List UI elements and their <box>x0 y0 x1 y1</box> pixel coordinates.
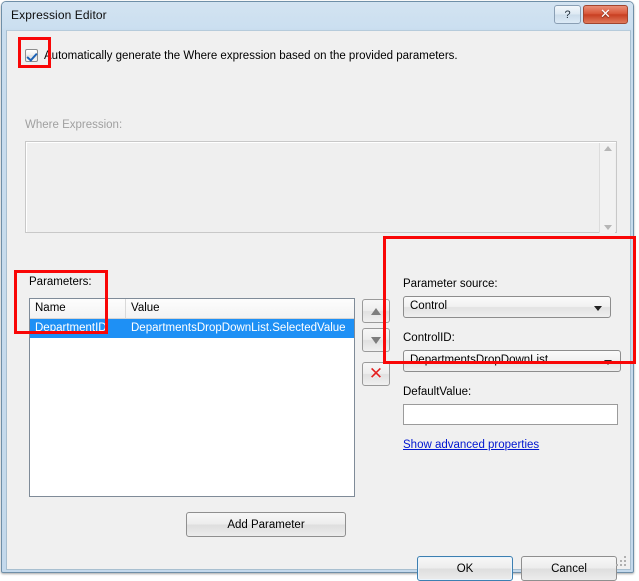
arrow-up-icon <box>371 307 381 315</box>
chevron-down-icon[interactable] <box>604 360 612 365</box>
parameters-grid-header: Name Value <box>30 299 354 319</box>
parameters-label: Parameters: <box>29 276 92 288</box>
defaultvalue-label: DefaultValue: <box>403 386 472 398</box>
controlid-label: ControlID: <box>403 332 455 344</box>
title-bar[interactable]: Expression Editor ? ✕ <box>2 2 633 30</box>
where-expression-label: Where Expression: <box>25 119 123 131</box>
resize-grip-icon[interactable] <box>614 554 626 566</box>
scroll-up-arrow-icon[interactable] <box>603 146 612 151</box>
delete-parameter-button[interactable]: ✕ <box>362 362 390 386</box>
ok-button[interactable]: OK <box>417 556 513 581</box>
close-icon: ✕ <box>600 7 611 22</box>
red-x-delete-icon: ✕ <box>368 363 384 384</box>
auto-generate-row[interactable]: Automatically generate the Where express… <box>25 49 458 62</box>
where-expression-textarea[interactable] <box>25 141 617 233</box>
parameter-source-dropdown[interactable]: Control <box>403 296 611 318</box>
parameter-source-value: Control <box>410 300 448 312</box>
chevron-down-icon[interactable] <box>594 306 602 311</box>
parameter-source-label: Parameter source: <box>403 278 498 290</box>
checkbox-checked-icon[interactable] <box>25 49 38 62</box>
cancel-button[interactable]: Cancel <box>521 556 617 581</box>
move-parameter-down-button[interactable] <box>362 328 390 352</box>
window-frame: Expression Editor ? ✕ Automatically gene… <box>1 1 634 581</box>
defaultvalue-input[interactable] <box>403 404 618 425</box>
controlid-value: DepartmentsDropDownList <box>410 354 549 366</box>
auto-generate-label: Automatically generate the Where express… <box>44 49 458 62</box>
arrow-down-icon <box>371 336 381 344</box>
window-title: Expression Editor <box>11 8 107 22</box>
where-expression-scrollbar[interactable] <box>599 143 615 233</box>
table-row[interactable]: DepartmentID DepartmentsDropDownList.Sel… <box>30 319 354 338</box>
dialog-client-area: Automatically generate the Where express… <box>6 30 631 581</box>
question-mark-icon: ? <box>564 8 571 21</box>
column-header-name[interactable]: Name <box>30 299 126 318</box>
parameters-grid[interactable]: Name Value DepartmentID DepartmentsDropD… <box>29 298 355 497</box>
title-bar-buttons: ? ✕ <box>554 5 628 24</box>
expression-editor-window: Expression Editor ? ✕ Automatically gene… <box>0 0 639 581</box>
add-parameter-button[interactable]: Add Parameter <box>186 512 346 537</box>
parameter-value-cell[interactable]: DepartmentsDropDownList.SelectedValue <box>126 319 354 338</box>
column-header-value[interactable]: Value <box>126 299 354 318</box>
show-advanced-properties-link[interactable]: Show advanced properties <box>403 439 539 451</box>
close-button[interactable]: ✕ <box>583 5 628 24</box>
parameter-name-cell[interactable]: DepartmentID <box>30 319 126 338</box>
scroll-down-arrow-icon[interactable] <box>603 225 612 230</box>
move-parameter-up-button[interactable] <box>362 299 390 323</box>
controlid-dropdown[interactable]: DepartmentsDropDownList <box>403 350 621 372</box>
help-button[interactable]: ? <box>554 5 581 24</box>
